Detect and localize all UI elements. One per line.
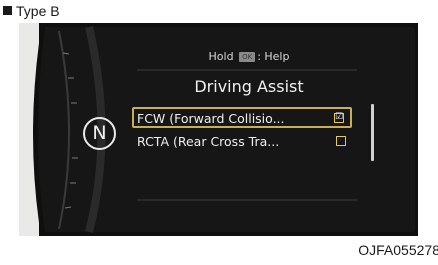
help-hint-prefix: Hold	[208, 50, 234, 63]
n-gear-indicator-icon: N	[83, 117, 116, 150]
menu-title: Driving Assist	[194, 77, 304, 96]
unchecked-box-icon[interactable]	[336, 136, 346, 146]
type-label-text: Type B	[16, 3, 60, 19]
figure-code: OJFA055278	[358, 242, 438, 258]
help-hint: Hold OK: Help	[134, 50, 364, 63]
menu-item-label: RCTA (Rear Cross Tra...	[137, 134, 280, 149]
menu-item-fcw[interactable]: FCW (Forward Collisio... ☑	[132, 107, 352, 128]
ok-key-icon: OK	[239, 52, 256, 62]
help-hint-suffix: : Help	[257, 50, 290, 63]
type-caption: Type B	[3, 3, 60, 19]
cluster-display-panel: N Hold OK: Help Driving Assist FCW (Forw…	[19, 23, 418, 236]
square-bullet-icon	[3, 6, 12, 15]
checked-box-icon[interactable]: ☑	[334, 113, 344, 123]
menu-item-rcta[interactable]: RCTA (Rear Cross Tra...	[132, 132, 352, 153]
menu-scrollbar[interactable]	[371, 104, 374, 161]
menu-item-label: FCW (Forward Collisio...	[137, 111, 285, 126]
